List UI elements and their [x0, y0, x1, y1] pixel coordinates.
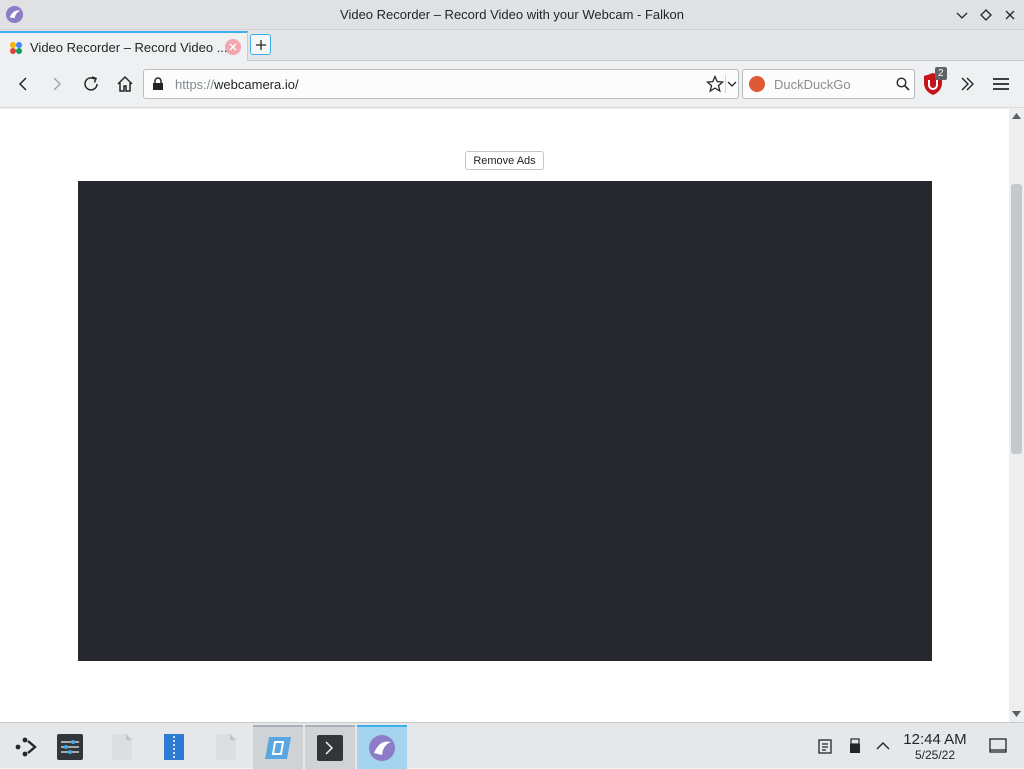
window-titlebar: Video Recorder – Record Video with your … — [0, 0, 1024, 30]
document-icon — [216, 734, 236, 760]
application-launcher-button[interactable] — [0, 725, 50, 769]
reload-button[interactable] — [79, 72, 103, 96]
bookmark-star-icon[interactable] — [706, 75, 724, 93]
tab-bar: Video Recorder – Record Video ... — [0, 30, 1024, 61]
arrow-left-icon — [18, 77, 27, 91]
document-icon — [112, 734, 132, 760]
search-bar[interactable]: DuckDuckGo — [742, 69, 915, 99]
scroll-up-arrow-icon[interactable] — [1012, 113, 1021, 119]
taskbar-archive[interactable] — [149, 725, 199, 769]
main-menu-button[interactable] — [989, 72, 1013, 96]
ublock-count-badge: 2 — [935, 67, 947, 80]
chevron-down-icon[interactable] — [727, 78, 737, 90]
taskbar-file-1[interactable] — [97, 725, 147, 769]
clock-date: 5/25/22 — [914, 748, 956, 762]
new-tab-button[interactable] — [250, 34, 271, 55]
home-icon — [117, 75, 133, 92]
plus-icon — [255, 39, 266, 50]
chevron-down-icon — [956, 12, 968, 19]
url-text: https://webcamera.io/ — [175, 77, 299, 92]
taskbar-system-settings[interactable] — [45, 725, 95, 769]
taskbar-store[interactable] — [253, 725, 303, 769]
navigation-toolbar: https://webcamera.io/ DuckDuckGo 2 — [0, 61, 1024, 108]
page-scrollbar[interactable] — [1009, 109, 1024, 722]
tab-label: Video Recorder – Record Video ... — [30, 40, 228, 55]
close-icon — [229, 43, 237, 51]
close-window-button[interactable] — [1000, 5, 1020, 25]
show-hidden-tray-button[interactable] — [874, 737, 892, 755]
diamond-icon — [980, 9, 992, 21]
tab-close-button[interactable] — [225, 39, 241, 55]
clipboard-tray-icon[interactable] — [816, 737, 834, 755]
back-button[interactable] — [11, 72, 35, 96]
clock-time: 12:44 AM — [903, 731, 967, 748]
forward-button[interactable] — [45, 72, 69, 96]
url-host: webcamera.io/ — [214, 77, 299, 92]
address-bar[interactable]: https://webcamera.io/ — [143, 69, 739, 99]
url-separator — [725, 75, 726, 93]
digital-clock[interactable]: 12:44 AM 5/25/22 — [898, 731, 972, 763]
terminal-icon — [317, 735, 343, 761]
minimize-button[interactable] — [952, 5, 972, 25]
scroll-down-arrow-icon[interactable] — [1012, 711, 1021, 717]
search-icon[interactable] — [896, 77, 910, 91]
more-tools-button[interactable] — [955, 72, 979, 96]
close-icon — [1005, 10, 1015, 20]
search-placeholder: DuckDuckGo — [774, 77, 851, 92]
taskbar-falkon[interactable] — [357, 725, 407, 769]
tab-video-recorder[interactable]: Video Recorder – Record Video ... — [0, 31, 248, 61]
removable-device-tray-icon[interactable] — [846, 737, 864, 755]
launcher-icon — [15, 737, 37, 757]
webcamera-favicon-icon — [10, 42, 22, 54]
lock-icon — [153, 77, 163, 90]
remove-ads-button[interactable]: Remove Ads — [465, 151, 544, 170]
store-bag-icon — [265, 737, 291, 759]
settings-sliders-icon — [57, 734, 83, 760]
taskbar-file-2[interactable] — [201, 725, 251, 769]
reload-icon — [84, 76, 98, 91]
falkon-icon — [369, 735, 395, 761]
taskbar-terminal[interactable] — [305, 725, 355, 769]
clipboard-icon — [818, 739, 832, 754]
duckduckgo-icon — [749, 76, 765, 92]
scrollbar-thumb[interactable] — [1011, 184, 1022, 454]
webcam-video-area[interactable] — [78, 181, 932, 661]
page-viewport: Remove Ads — [0, 109, 1009, 722]
maximize-button[interactable] — [976, 5, 996, 25]
url-protocol: https:// — [175, 77, 215, 92]
double-chevron-right-icon — [961, 77, 974, 91]
window-title: Video Recorder – Record Video with your … — [340, 7, 684, 22]
usb-drive-icon — [850, 738, 860, 753]
show-desktop-button[interactable] — [989, 737, 1007, 755]
hamburger-menu-icon — [993, 78, 1009, 90]
system-taskbar: 12:44 AM 5/25/22 — [0, 722, 1024, 769]
archive-icon — [164, 734, 184, 760]
desktop-icon — [989, 738, 1007, 753]
ublock-extension-button[interactable]: 2 — [922, 67, 947, 96]
chevron-up-icon — [876, 742, 890, 750]
arrow-right-icon — [53, 77, 62, 91]
home-button[interactable] — [113, 72, 137, 96]
